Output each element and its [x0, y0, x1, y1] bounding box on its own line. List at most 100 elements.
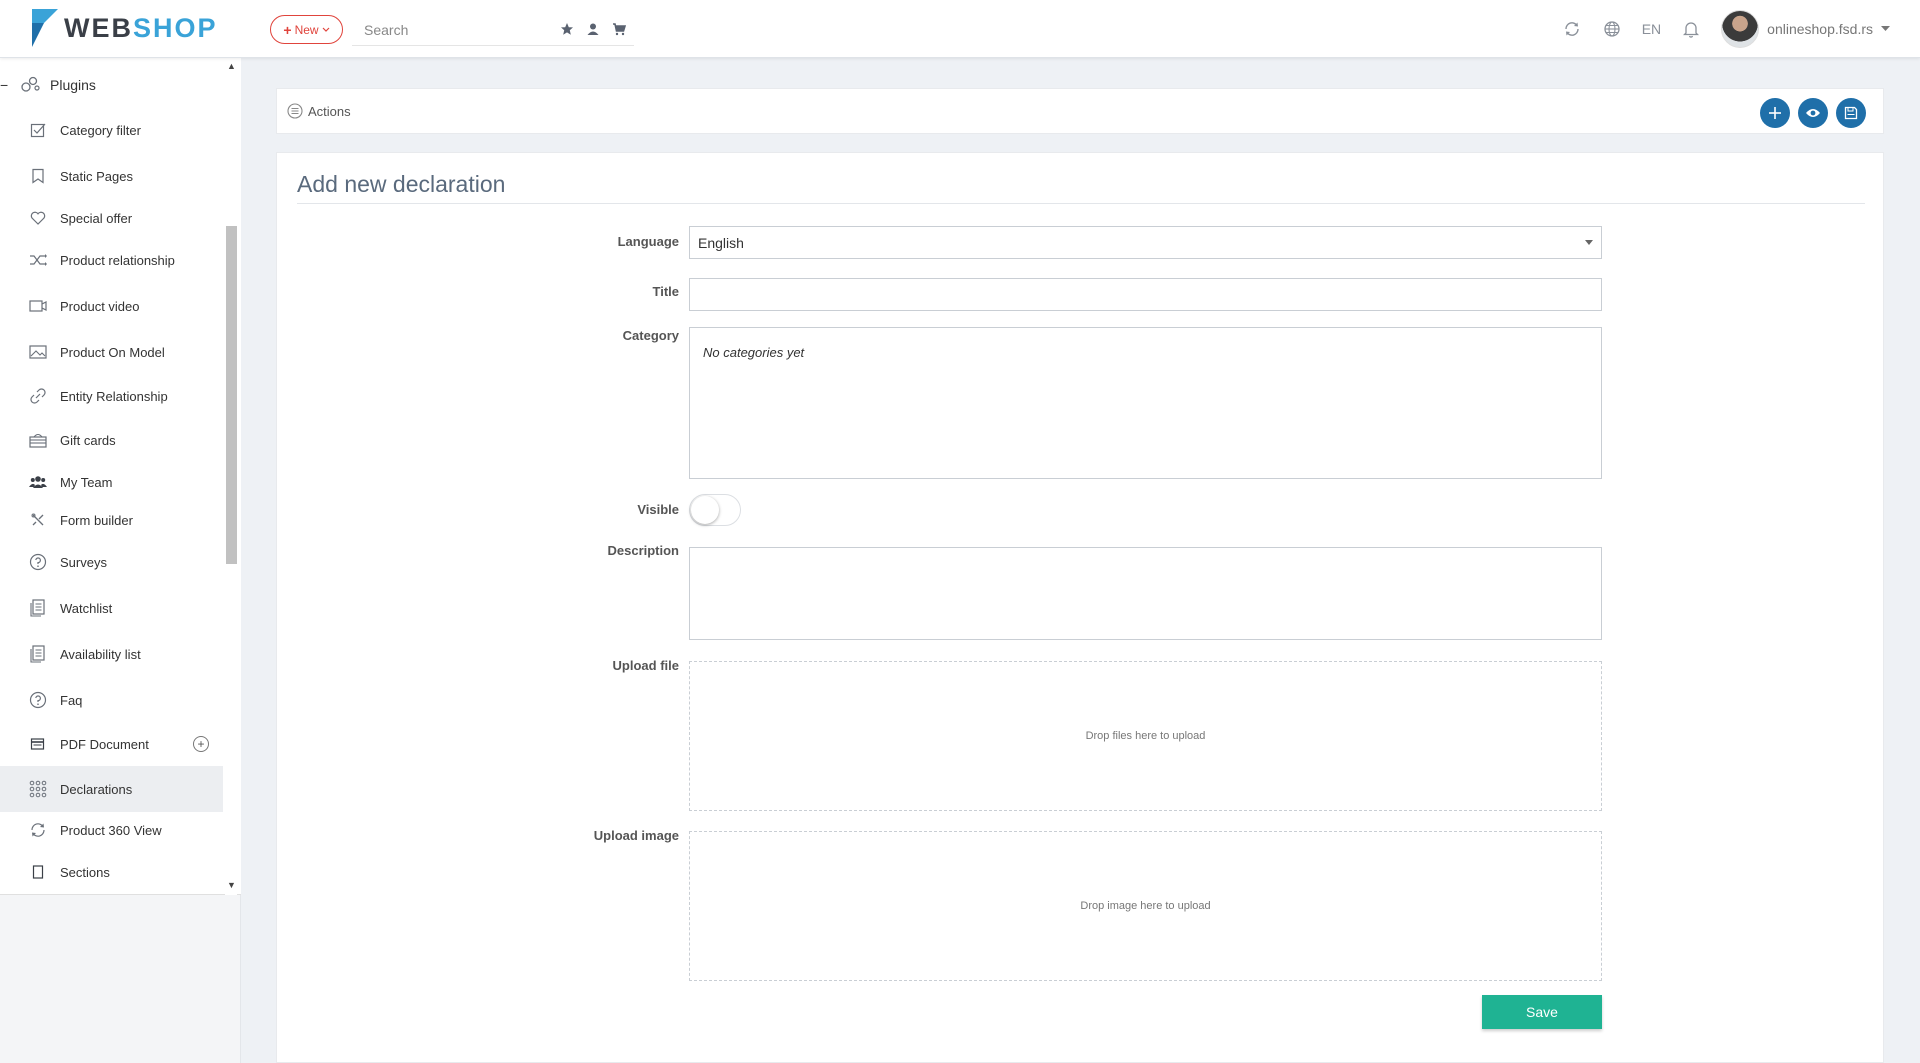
- sidebar-item-product-on-model[interactable]: Product On Model: [0, 333, 223, 371]
- sidebar-item-label: Availability list: [60, 646, 141, 662]
- checkbox-icon: [29, 121, 47, 139]
- user-icon[interactable]: [586, 22, 600, 36]
- category-label: Category: [622, 328, 679, 343]
- new-button[interactable]: + New: [270, 15, 343, 44]
- sidebar-item-label: Watchlist: [60, 600, 113, 616]
- sidebar-item-label: Entity Relationship: [60, 388, 168, 404]
- category-empty-text: No categories yet: [703, 345, 805, 360]
- sidebar-item-static-pages[interactable]: Static Pages: [0, 157, 223, 195]
- expand-icon[interactable]: +: [193, 736, 209, 752]
- menu-icon: [287, 103, 303, 119]
- title-input[interactable]: [689, 278, 1602, 311]
- plugins-icon: [20, 75, 40, 96]
- sidebar-item-my-team[interactable]: My Team: [0, 463, 223, 501]
- logo-text: WEBSHOP: [64, 12, 218, 43]
- sidebar-item-gift-cards[interactable]: Gift cards: [0, 421, 223, 459]
- description-label: Description: [607, 543, 679, 558]
- upload-image-label: Upload image: [593, 828, 679, 843]
- avatar: [1721, 10, 1760, 48]
- sidebar-item-declarations[interactable]: Declarations: [0, 766, 223, 812]
- new-button-label: New: [294, 22, 319, 37]
- search-bar: [352, 16, 634, 46]
- sidebar-item-category-filter[interactable]: Category filter: [0, 111, 223, 149]
- video-icon: [29, 297, 47, 315]
- upload-file-dropzone[interactable]: Drop files here to upload: [689, 661, 1602, 811]
- save-icon-button[interactable]: [1836, 98, 1866, 128]
- actions-menu[interactable]: Actions: [287, 103, 351, 119]
- shuffle-icon: [29, 251, 47, 269]
- sidebar-item-availability-list[interactable]: Availability list: [0, 635, 223, 673]
- sidebar-item-label: PDF Document: [60, 736, 149, 752]
- sidebar-item-watchlist[interactable]: Watchlist: [0, 589, 223, 627]
- sidebar-item-label: Faq: [60, 692, 83, 708]
- upload-file-label: Upload file: [612, 658, 679, 673]
- sidebar-item-sections[interactable]: Sections: [0, 853, 223, 891]
- sidebar-item-special-offer[interactable]: Special offer: [0, 199, 223, 237]
- document-icon: [29, 735, 47, 753]
- add-button[interactable]: [1760, 98, 1790, 128]
- grid-icon: [29, 780, 47, 798]
- caret-down-icon: [1881, 26, 1890, 31]
- language-switcher[interactable]: EN: [1642, 21, 1661, 37]
- sidebar-item-faq[interactable]: Faq: [0, 681, 223, 719]
- image-icon: [29, 343, 47, 361]
- globe-icon[interactable]: [1602, 19, 1622, 39]
- cart-icon[interactable]: [612, 22, 626, 36]
- sidebar-item-product-360-view[interactable]: Product 360 View: [0, 811, 223, 849]
- user-name: onlineshop.fsd.rs: [1767, 21, 1873, 37]
- sidebar-section-label: Plugins: [50, 77, 96, 93]
- top-right-tools: EN onlineshop.fsd.rs: [1562, 0, 1890, 58]
- actions-bar: Actions: [276, 88, 1884, 134]
- sidebar-item-form-builder[interactable]: Form builder: [0, 501, 223, 539]
- plus-icon: [1769, 107, 1781, 119]
- upload-image-hint: Drop image here to upload: [1080, 900, 1211, 912]
- visible-label: Visible: [637, 502, 679, 517]
- user-menu[interactable]: onlineshop.fsd.rs: [1721, 10, 1890, 48]
- scroll-down-icon[interactable]: ▼: [227, 880, 236, 890]
- sidebar-item-label: Surveys: [60, 554, 107, 570]
- sidebar-item-product-relationship[interactable]: Product relationship: [0, 241, 223, 279]
- sidebar-item-surveys[interactable]: Surveys: [0, 543, 223, 581]
- sidebar-item-entity-relationship[interactable]: Entity Relationship: [0, 377, 223, 415]
- visible-toggle[interactable]: [689, 494, 741, 526]
- sidebar-item-label: Product 360 View: [60, 822, 162, 838]
- sidebar-item-product-video[interactable]: Product video: [0, 287, 223, 325]
- save-button[interactable]: Save: [1482, 995, 1602, 1029]
- declaration-form: Add new declaration Language English Tit…: [276, 152, 1884, 1063]
- sidebar-scrollbar-thumb[interactable]: [226, 226, 237, 564]
- scroll-up-icon[interactable]: ▲: [227, 61, 236, 71]
- sidebar-item-label: Special offer: [60, 210, 133, 226]
- sidebar-item-pdf-document[interactable]: PDF Document +: [0, 725, 223, 763]
- question-icon: [29, 691, 47, 709]
- rotate-icon: [29, 821, 47, 839]
- logo[interactable]: WEBSHOP: [30, 9, 218, 47]
- sidebar-item-label: Sections: [60, 864, 110, 880]
- sidebar-section-plugins[interactable]: Plugins −: [0, 66, 223, 104]
- category-box[interactable]: No categories yet: [689, 327, 1602, 479]
- preview-button[interactable]: [1798, 98, 1828, 128]
- divider: [297, 203, 1865, 204]
- description-textarea[interactable]: [689, 547, 1602, 640]
- upload-image-dropzone[interactable]: Drop image here to upload: [689, 831, 1602, 981]
- logo-flag-icon: [32, 9, 58, 47]
- search-input[interactable]: [352, 16, 542, 44]
- sidebar-item-label: Product video: [60, 298, 140, 314]
- sidebar-item-label: Form builder: [60, 512, 133, 528]
- sidebar-menu: Plugins − Category filter Static Pages S…: [0, 58, 241, 895]
- chevron-down-icon: [322, 27, 330, 32]
- sidebar-item-label: My Team: [60, 474, 113, 490]
- star-icon[interactable]: [560, 22, 574, 36]
- sidebar-item-label: Product relationship: [60, 252, 175, 268]
- bell-icon[interactable]: [1681, 19, 1701, 39]
- language-value: English: [698, 234, 744, 251]
- sidebar-item-label: Product On Model: [60, 344, 165, 360]
- users-icon: [29, 473, 47, 491]
- refresh-icon[interactable]: [1562, 19, 1582, 39]
- language-select[interactable]: English: [689, 226, 1602, 259]
- plus-icon: +: [283, 21, 292, 38]
- actions-label: Actions: [308, 103, 351, 119]
- top-bar: WEBSHOP + New EN onlineshop.fsd.rs: [0, 0, 1920, 58]
- collapse-icon[interactable]: −: [0, 77, 8, 93]
- sidebar: Plugins − Category filter Static Pages S…: [0, 58, 241, 1063]
- square-icon: [29, 863, 47, 881]
